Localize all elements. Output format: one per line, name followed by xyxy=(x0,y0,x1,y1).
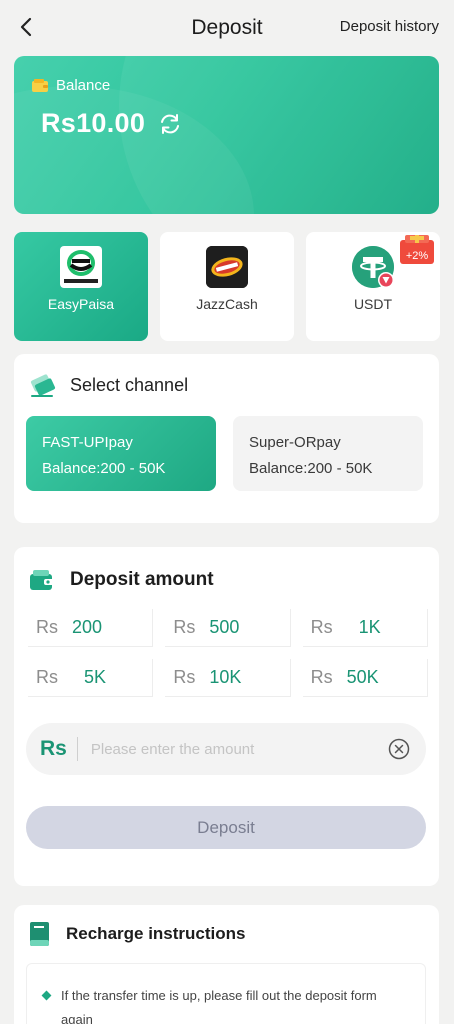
channel-option-super-orpay[interactable]: Super-ORpay Balance:200 - 50K xyxy=(233,416,423,491)
deposit-amount-card: Deposit amount Rs 200 Rs 500 Rs 1K Rs 5K… xyxy=(14,547,439,886)
amount-preset-10k[interactable]: Rs 10K xyxy=(165,659,291,697)
amount-preset-grid: Rs 200 Rs 500 Rs 1K Rs 5K Rs 10K Rs 50K xyxy=(28,609,428,697)
preset-value: 5K xyxy=(84,667,107,687)
deposit-amount-header: Deposit amount xyxy=(28,566,214,594)
balance-amount-row: Rs10.00 xyxy=(41,108,183,139)
diamond-bullet-icon xyxy=(41,990,52,1001)
preset-value: 10K xyxy=(209,667,242,687)
payment-method-easypaisa[interactable]: EasyPaisa xyxy=(14,232,148,341)
chevron-left-icon xyxy=(20,17,32,37)
amount-preset-50k[interactable]: Rs 50K xyxy=(302,659,428,697)
wallet-icon xyxy=(32,79,48,92)
money-wallet-icon xyxy=(30,570,54,590)
currency-label: Rs xyxy=(310,667,333,687)
amount-preset-500[interactable]: Rs 500 xyxy=(165,609,291,647)
payment-method-usdt[interactable]: USDT +2% xyxy=(306,232,440,341)
back-button[interactable] xyxy=(14,14,38,40)
usdt-logo-icon xyxy=(352,246,394,288)
amount-input[interactable] xyxy=(90,740,388,758)
channel-option-fast-upipay[interactable]: FAST-UPIpay Balance:200 - 50K xyxy=(26,416,216,491)
balance-card: Balance Rs10.00 xyxy=(14,56,439,214)
balance-label-row: Balance xyxy=(32,77,110,94)
amount-preset-1k[interactable]: Rs 1K xyxy=(302,609,428,647)
instruction-item: If the transfer time is up, please fill … xyxy=(41,984,411,1024)
instructions-header: Recharge instructions xyxy=(28,920,246,948)
amount-preset-200[interactable]: Rs 200 xyxy=(28,609,154,647)
payment-method-label: JazzCash xyxy=(196,296,258,312)
balance-amount: Rs10.00 xyxy=(41,108,146,138)
channel-balance: Balance:200 - 50K xyxy=(42,460,166,477)
currency-label: Rs xyxy=(310,617,333,637)
deposit-button[interactable]: Deposit xyxy=(26,806,426,849)
currency-label: Rs xyxy=(173,667,196,687)
amount-preset-5k[interactable]: Rs 5K xyxy=(28,659,154,697)
preset-value: 1K xyxy=(358,617,381,637)
channel-name: Super-ORpay xyxy=(249,434,341,451)
section-title: Recharge instructions xyxy=(66,924,246,943)
section-title: Select channel xyxy=(70,374,189,395)
input-currency-label: Rs xyxy=(40,737,67,760)
bonus-badge-text: +2% xyxy=(406,250,429,262)
amount-input-row: Rs xyxy=(26,723,426,775)
currency-label: Rs xyxy=(173,617,196,637)
channel-balance: Balance:200 - 50K xyxy=(249,460,373,477)
jazzcash-logo-icon xyxy=(206,246,248,288)
top-bar: Deposit Deposit history xyxy=(0,0,454,56)
card-icon xyxy=(30,374,56,397)
page-title: Deposit xyxy=(191,16,263,39)
refresh-icon[interactable] xyxy=(157,111,183,137)
preset-value: 500 xyxy=(209,617,240,637)
preset-value: 50K xyxy=(346,667,379,687)
payment-method-jazzcash[interactable]: JazzCash xyxy=(160,232,294,341)
bonus-badge: +2% xyxy=(398,234,436,266)
currency-label: Rs xyxy=(36,617,58,637)
instructions-card: Recharge instructions If the transfer ti… xyxy=(14,905,439,1024)
currency-label: Rs xyxy=(36,667,58,687)
balance-label: Balance xyxy=(56,77,111,94)
preset-value: 200 xyxy=(72,617,103,637)
clear-icon[interactable] xyxy=(388,738,410,760)
payment-method-label: EasyPaisa xyxy=(47,296,115,312)
instructions-list: If the transfer time is up, please fill … xyxy=(26,963,426,1024)
section-title: Deposit amount xyxy=(70,569,214,590)
input-divider xyxy=(76,737,78,761)
instruction-text: If the transfer time is up, please fill … xyxy=(61,988,377,1024)
book-icon xyxy=(30,922,49,946)
easypaisa-logo-icon xyxy=(60,246,102,288)
channel-card: Select channel FAST-UPIpay Balance:200 -… xyxy=(14,354,439,523)
payment-method-label: USDT xyxy=(353,296,393,312)
channel-header: Select channel xyxy=(28,371,188,399)
deposit-history-link[interactable]: Deposit history xyxy=(340,18,439,35)
channel-name: FAST-UPIpay xyxy=(42,434,133,451)
